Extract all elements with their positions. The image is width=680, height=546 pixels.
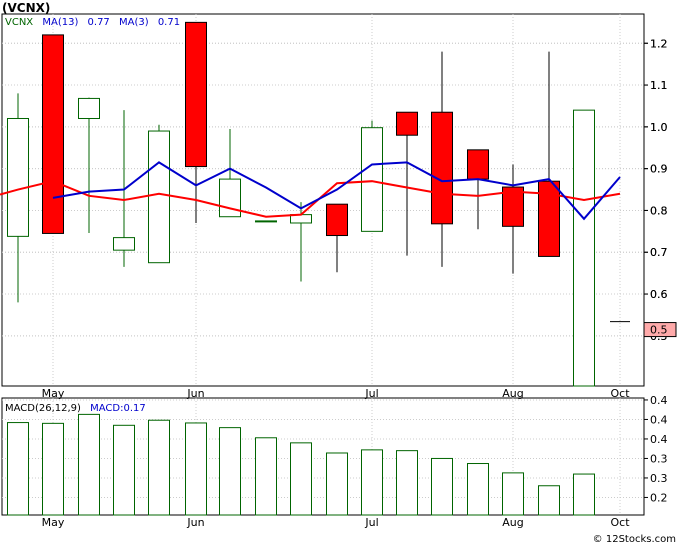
macd-month-label: May <box>42 516 65 529</box>
legend-ma3-label: MA(3) <box>119 17 149 28</box>
candle-body-up <box>573 109 595 387</box>
macd-tick-label: 0.3 <box>650 472 668 485</box>
macd-bar <box>113 424 135 516</box>
macd-bar <box>42 422 64 516</box>
price-tick-label: 1.1 <box>650 79 668 92</box>
macd-bar <box>502 472 524 516</box>
candle-body-down <box>42 34 64 234</box>
macd-month-label: Jun <box>186 516 204 529</box>
candle-body-down <box>326 203 348 237</box>
macd-bar <box>185 422 207 516</box>
candle-body-up <box>361 127 383 232</box>
macd-bar <box>78 413 100 516</box>
macd-bar <box>431 457 453 516</box>
stock-chart: (VCNX) 0.50.50.60.60.70.70.80.80.90.91.0… <box>0 0 680 546</box>
candle-body-up <box>78 97 100 119</box>
candle-body-up <box>7 117 29 237</box>
macd-month-label: Jul <box>364 516 378 529</box>
candle-body-up <box>113 237 135 251</box>
macd-bar <box>219 427 241 516</box>
macd-bar <box>573 473 595 516</box>
price-tick-label: 1.0 <box>650 121 668 134</box>
chart-title: (VCNX) <box>2 1 50 15</box>
watermark: © 12Stocks.com <box>593 534 676 545</box>
legend-ma13-value: 0.77 <box>88 17 110 28</box>
macd-tick-label: 0.4 <box>650 413 668 426</box>
candle-body-down <box>467 149 489 180</box>
legend-ma13-label: MA(13) <box>42 17 78 28</box>
price-tick-label: 1.2 <box>650 37 668 50</box>
macd-bar <box>467 463 489 516</box>
macd-legend-value: MACD:0.17 <box>90 403 146 414</box>
price-tick-label: 0.9 <box>650 163 668 176</box>
macd-bar <box>290 442 312 516</box>
macd-bar <box>538 485 560 516</box>
macd-month-label: Aug <box>502 516 523 529</box>
last-price-label: 0.5 <box>650 324 668 337</box>
macd-bar <box>7 422 29 516</box>
macd-bar <box>148 419 170 516</box>
legend-ticker-text: VCNX <box>5 17 33 28</box>
candle-body-down <box>185 21 207 168</box>
macd-bar <box>326 452 348 516</box>
candle-body-up <box>255 220 277 223</box>
macd-bar <box>396 450 418 516</box>
candle-body-up <box>148 130 170 264</box>
macd-month-label: Oct <box>610 516 630 529</box>
macd-tick-label: 0.2 <box>650 491 668 504</box>
macd-bar <box>255 437 277 516</box>
macd-legend: MACD(26,12,9) MACD:0.17 <box>5 403 146 414</box>
macd-tick-label: 0.3 <box>650 452 668 465</box>
macd-bar <box>361 449 383 516</box>
price-tick-label: 0.6 <box>650 288 668 301</box>
macd-tick-label: 0.4 <box>650 433 668 446</box>
macd-tick-label: 0.4 <box>650 394 668 407</box>
legend-ma3-value: 0.71 <box>158 17 180 28</box>
candle-body-down <box>396 111 418 136</box>
price-tick-label: 0.8 <box>650 204 668 217</box>
candle-body-down <box>431 111 453 225</box>
price-tick-label: 0.7 <box>650 246 668 259</box>
macd-legend-label: MACD(26,12,9) <box>5 403 81 414</box>
